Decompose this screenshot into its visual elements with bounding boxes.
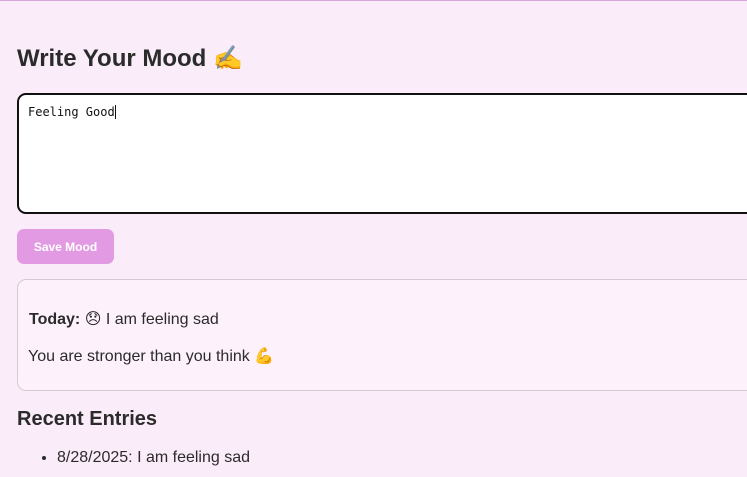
today-mood-text: I am feeling sad bbox=[105, 311, 219, 328]
text-caret bbox=[114, 105, 116, 119]
top-divider bbox=[0, 0, 747, 1]
page-title-text: Write Your Mood bbox=[17, 45, 207, 72]
quote-text: You are stronger than you think bbox=[28, 348, 250, 365]
recent-entries-list: 8/28/2025: I am feeling sad bbox=[17, 449, 250, 467]
sad-face-icon: 😞 bbox=[84, 309, 102, 328]
page-title: Write Your Mood ✍️ bbox=[17, 44, 243, 73]
mood-textarea-value: Feeling Good bbox=[28, 105, 115, 119]
list-item: 8/28/2025: I am feeling sad bbox=[57, 449, 250, 467]
save-mood-button[interactable]: Save Mood bbox=[17, 229, 114, 264]
flexed-biceps-icon: 💪 bbox=[254, 346, 275, 365]
writing-hand-icon: ✍️ bbox=[213, 44, 243, 72]
today-mood-card: Today: 😞 I am feeling sad You are strong… bbox=[17, 279, 747, 391]
recent-entries-heading: Recent Entries bbox=[17, 408, 158, 430]
motivation-quote: You are stronger than you think 💪 bbox=[28, 346, 274, 366]
mood-textarea[interactable]: Feeling Good bbox=[17, 93, 747, 214]
today-label: Today: bbox=[29, 311, 81, 328]
today-mood-line: Today: 😞 I am feeling sad bbox=[29, 309, 219, 329]
